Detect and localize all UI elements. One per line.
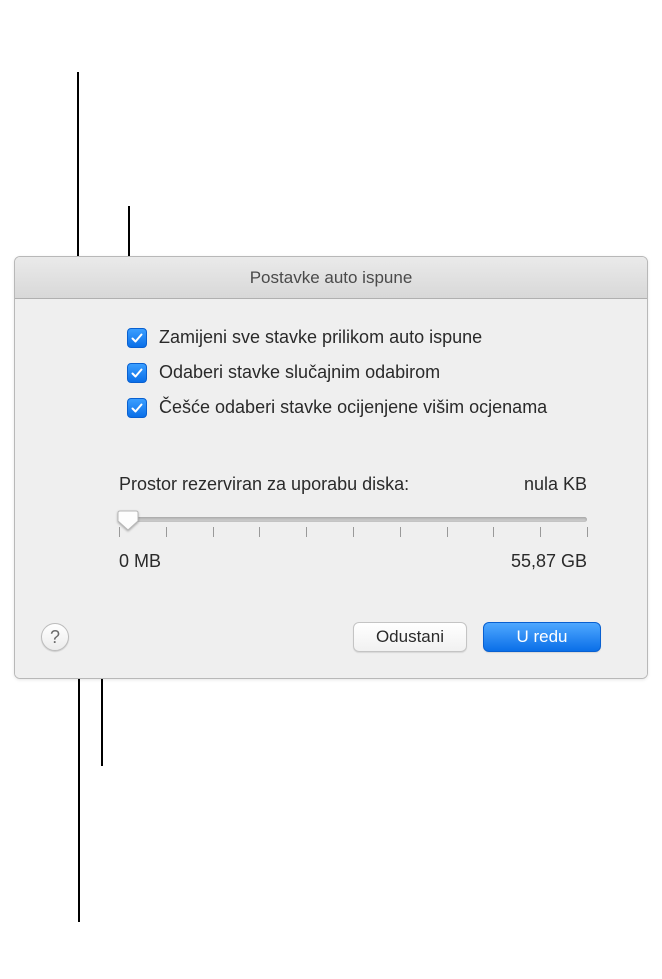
- slider-tick: [306, 527, 307, 537]
- autofill-settings-dialog: Postavke auto ispune Zamijeni sve stavke…: [14, 256, 648, 679]
- checkbox-label-replace-all: Zamijeni sve stavke prilikom auto ispune: [159, 327, 482, 348]
- checkbox-replace-all[interactable]: [127, 328, 147, 348]
- ok-button-label: U redu: [516, 627, 567, 647]
- dialog-footer: ? Odustani U redu: [35, 622, 627, 654]
- slider-track: [119, 517, 587, 522]
- checkmark-icon: [130, 331, 144, 345]
- slider-label: Prostor rezerviran za uporabu diska:: [119, 474, 409, 495]
- dialog-content: Zamijeni sve stavke prilikom auto ispune…: [15, 299, 647, 678]
- checkbox-row-random: Odaberi stavke slučajnim odabirom: [127, 362, 627, 383]
- cancel-button-label: Odustani: [376, 627, 444, 647]
- dialog-titlebar: Postavke auto ispune: [15, 257, 647, 299]
- disk-space-slider-section: Prostor rezerviran za uporabu diska: nul…: [119, 474, 587, 572]
- slider-tick: [259, 527, 260, 537]
- slider-tick: [540, 527, 541, 537]
- checkbox-random[interactable]: [127, 363, 147, 383]
- slider-min-label: 0 MB: [119, 551, 161, 572]
- slider-value: nula KB: [524, 474, 587, 495]
- checkbox-row-replace-all: Zamijeni sve stavke prilikom auto ispune: [127, 327, 627, 348]
- slider-range-labels: 0 MB 55,87 GB: [119, 551, 587, 572]
- slider-tick: [213, 527, 214, 537]
- slider-thumb-icon: [117, 509, 139, 531]
- slider-max-label: 55,87 GB: [511, 551, 587, 572]
- checkmark-icon: [130, 401, 144, 415]
- slider-tick: [353, 527, 354, 537]
- checkbox-higher-rated[interactable]: [127, 398, 147, 418]
- cancel-button[interactable]: Odustani: [353, 622, 467, 652]
- checkbox-row-higher-rated: Češće odaberi stavke ocijenjene višim oc…: [127, 397, 627, 418]
- ok-button[interactable]: U redu: [483, 622, 601, 652]
- slider-thumb[interactable]: [117, 509, 139, 531]
- checkmark-icon: [130, 366, 144, 380]
- checkbox-label-random: Odaberi stavke slučajnim odabirom: [159, 362, 440, 383]
- slider-tick: [587, 527, 588, 537]
- slider-tick: [166, 527, 167, 537]
- slider-tick: [493, 527, 494, 537]
- slider-header: Prostor rezerviran za uporabu diska: nul…: [119, 474, 587, 495]
- disk-space-slider[interactable]: [119, 509, 587, 539]
- dialog-title: Postavke auto ispune: [250, 268, 413, 288]
- checkbox-group: Zamijeni sve stavke prilikom auto ispune…: [127, 327, 627, 418]
- checkbox-label-higher-rated: Češće odaberi stavke ocijenjene višim oc…: [159, 397, 547, 418]
- help-button[interactable]: ?: [41, 623, 69, 651]
- slider-tick: [400, 527, 401, 537]
- slider-tick: [447, 527, 448, 537]
- help-icon: ?: [50, 627, 60, 648]
